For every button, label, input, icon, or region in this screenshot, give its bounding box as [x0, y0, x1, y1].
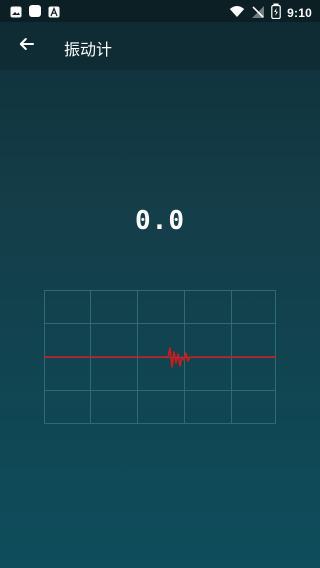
image-icon: [10, 3, 22, 22]
status-left-icons: [10, 3, 60, 22]
wifi-icon: [229, 4, 245, 23]
status-bar: 9:10: [0, 0, 320, 22]
vibration-graph: [44, 290, 276, 424]
vibration-waveform: [44, 347, 276, 368]
no-signal-icon: [251, 4, 265, 23]
app-bar: 振动计: [0, 22, 320, 70]
status-time: 9:10: [287, 6, 312, 20]
page-title: 振动计: [64, 40, 113, 59]
vibration-value: 0.0: [135, 206, 185, 236]
white-square-icon: [28, 3, 42, 22]
status-right-icons: 9:10: [229, 3, 312, 23]
font-icon: [48, 3, 60, 22]
back-button[interactable]: [10, 30, 42, 62]
battery-icon: [271, 3, 281, 23]
arrow-back-icon: [17, 35, 35, 57]
